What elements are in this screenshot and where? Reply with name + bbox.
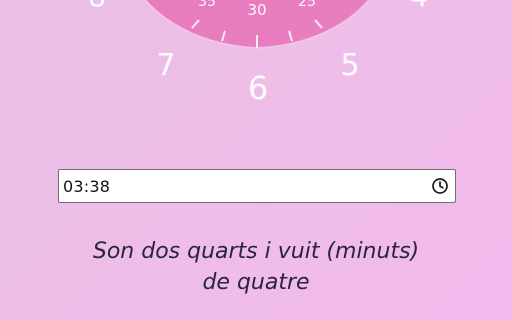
caption-line-1: Son dos quarts i vuit (minuts) — [92, 239, 420, 264]
clock-face-svg: 30 35 25 8 7 6 5 4 — [88, 0, 428, 107]
caption-line-2: de quatre — [202, 270, 310, 295]
clock-icon[interactable] — [431, 177, 449, 195]
clock-face: 30 35 25 8 7 6 5 4 — [0, 0, 512, 150]
hour-number-5: 5 — [340, 48, 359, 83]
time-input-value[interactable]: 03:38 — [63, 177, 431, 196]
clock-icon-svg — [432, 178, 448, 194]
minute-label-25: 25 — [298, 0, 316, 10]
minute-label-35: 35 — [198, 0, 216, 10]
hour-number-7: 7 — [156, 48, 175, 83]
hour-number-6: 6 — [248, 69, 268, 107]
time-caption: Son dos quarts i vuit (minuts) de quatre — [0, 236, 512, 298]
time-input[interactable]: 03:38 — [58, 169, 456, 203]
minute-label-30: 30 — [247, 1, 266, 19]
hour-number-8: 8 — [88, 0, 106, 13]
hour-number-4: 4 — [410, 0, 428, 13]
